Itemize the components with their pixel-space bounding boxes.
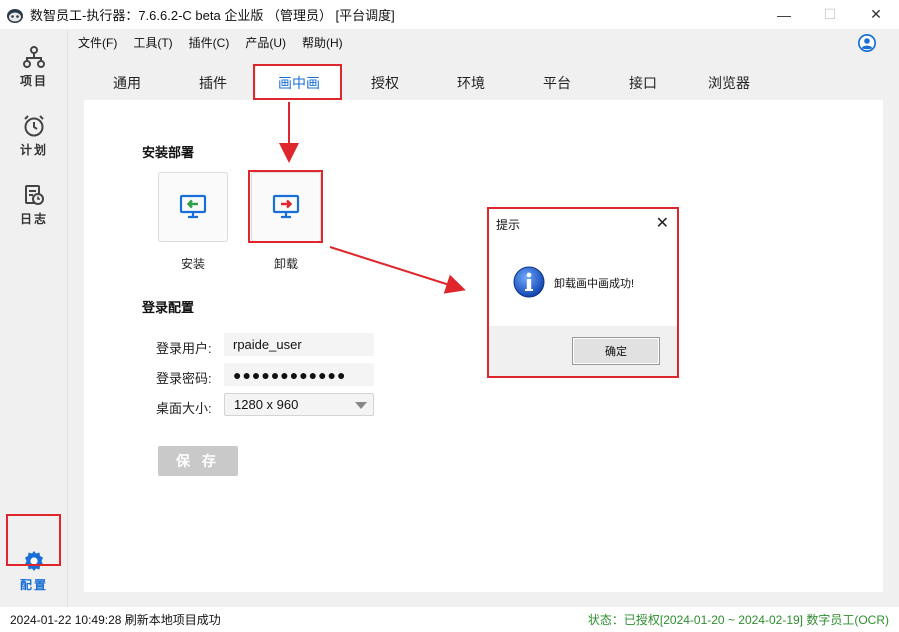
highlight-box-config xyxy=(6,514,61,566)
highlight-box-tab xyxy=(253,64,342,100)
close-icon[interactable]: ✕ xyxy=(853,0,899,29)
message-dialog: 提示 ✕ 卸载画中画成功! 确定 xyxy=(487,207,679,378)
save-button[interactable]: 保 存 xyxy=(158,446,238,476)
log-icon xyxy=(25,185,44,205)
login-user-input[interactable]: rpaide_user xyxy=(224,333,374,356)
status-message: 2024-01-22 10:49:28 刷新本地项目成功 xyxy=(10,613,221,627)
sidebar-item-log[interactable]: 日志 xyxy=(0,175,68,235)
sidebar-item-label: 配置 xyxy=(19,578,48,592)
menu-bar: 文件(F) 工具(T) 插件(C) 产品(U) 帮助(H) xyxy=(68,29,899,55)
tab-license[interactable]: 授权 xyxy=(342,66,428,100)
minimize-icon[interactable]: — xyxy=(761,0,807,29)
close-icon[interactable]: ✕ xyxy=(656,213,669,233)
sidebar-item-project[interactable]: 项目 xyxy=(0,37,68,97)
menu-product[interactable]: 产品(U) xyxy=(237,34,294,51)
sidebar-item-label: 日志 xyxy=(19,212,48,226)
license-status: 状态：已授权[2024-01-20 ~ 2024-02-19] 数字员工(OCR… xyxy=(587,613,889,627)
tab-browser[interactable]: 浏览器 xyxy=(686,66,772,100)
login-password-input[interactable]: ●●●●●●●●●●●● xyxy=(224,363,374,386)
dialog-title: 提示 xyxy=(496,218,521,232)
menu-plugins[interactable]: 插件(C) xyxy=(181,34,238,51)
info-icon xyxy=(513,266,545,298)
login-password-value: ●●●●●●●●●●●● xyxy=(233,366,347,383)
clock-icon xyxy=(24,115,44,137)
window-controls: — ☐ ✕ xyxy=(761,0,899,29)
window-title: 数智员工-执行器：7.6.6.2-C beta 企业版 （管理员） [平台调度] xyxy=(30,8,395,23)
highlight-box-uninstall xyxy=(248,170,323,243)
ok-button[interactable]: 确定 xyxy=(572,337,660,365)
project-icon xyxy=(23,46,45,68)
tab-environment[interactable]: 环境 xyxy=(428,66,514,100)
maximize-icon[interactable]: ☐ xyxy=(807,0,853,29)
chevron-down-icon xyxy=(355,402,367,409)
login-user-label: 登录用户: xyxy=(156,341,212,356)
install-label: 安装 xyxy=(180,257,205,271)
title-bar: 数智员工-执行器：7.6.6.2-C beta 企业版 （管理员） [平台调度]… xyxy=(0,0,899,29)
desktop-size-value: 1280 x 960 xyxy=(234,397,299,412)
uninstall-label: 卸载 xyxy=(273,257,298,271)
user-icon[interactable] xyxy=(857,33,877,53)
menu-file[interactable]: 文件(F) xyxy=(70,34,125,51)
tab-general[interactable]: 通用 xyxy=(84,66,170,100)
sidebar-item-plan[interactable]: 计划 xyxy=(0,106,68,166)
menu-tools[interactable]: 工具(T) xyxy=(125,34,180,51)
status-bar: 2024-01-22 10:49:28 刷新本地项目成功 状态：已授权[2024… xyxy=(0,607,899,632)
dialog-body: 卸载画中画成功! xyxy=(489,238,677,326)
app-logo-icon xyxy=(7,8,23,23)
tab-platform[interactable]: 平台 xyxy=(514,66,600,100)
desktop-size-label: 桌面大小: xyxy=(156,401,212,416)
login-password-label: 登录密码: xyxy=(156,371,212,386)
install-icon xyxy=(179,194,207,219)
tab-plugins[interactable]: 插件 xyxy=(170,66,256,100)
install-button[interactable] xyxy=(158,172,228,242)
login-section-title: 登录配置 xyxy=(142,300,195,315)
deploy-section-title: 安装部署 xyxy=(142,145,195,160)
dialog-message: 卸载画中画成功! xyxy=(554,278,635,290)
settings-tabs: 通用 插件 画中画 授权 环境 平台 接口 浏览器 xyxy=(84,66,772,100)
menu-help[interactable]: 帮助(H) xyxy=(294,34,351,51)
sidebar-item-label: 计划 xyxy=(19,143,48,157)
desktop-size-select[interactable]: 1280 x 960 xyxy=(224,393,374,416)
login-user-value: rpaide_user xyxy=(233,337,302,352)
tab-interface[interactable]: 接口 xyxy=(600,66,686,100)
dialog-footer: 确定 xyxy=(489,326,677,376)
sidebar-item-label: 项目 xyxy=(19,74,48,88)
